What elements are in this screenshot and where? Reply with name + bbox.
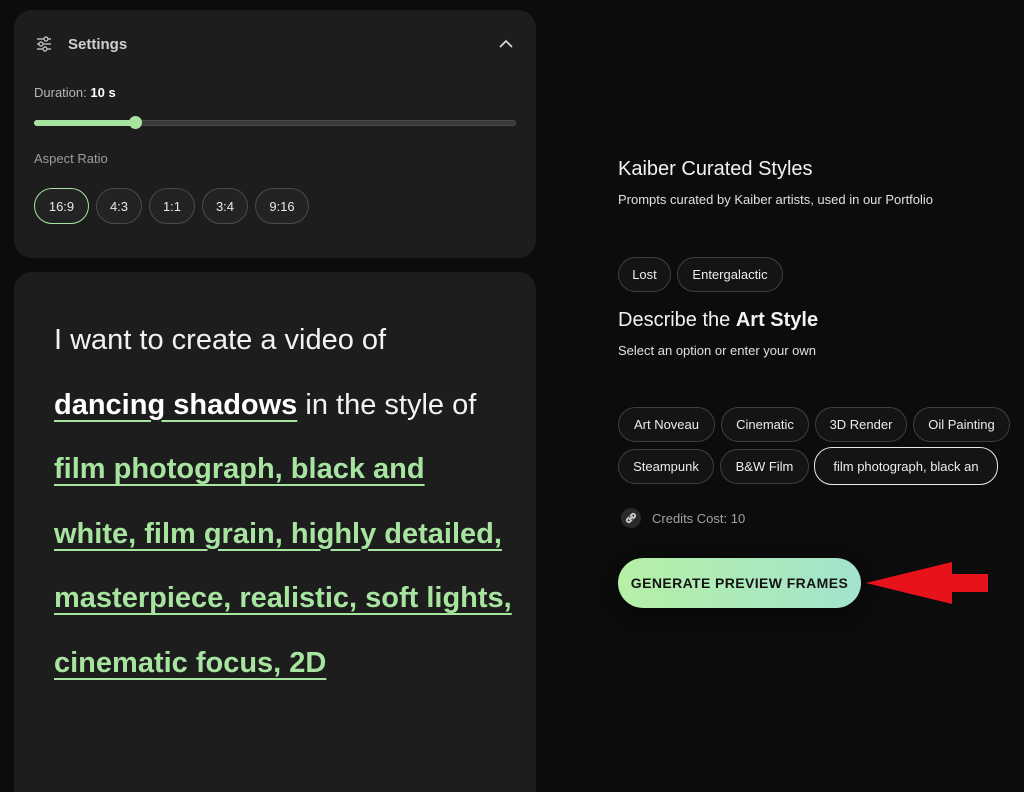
aspect-option-1-1[interactable]: 1:1 xyxy=(149,188,195,224)
curated-chip-entergalactic[interactable]: Entergalactic xyxy=(677,257,783,292)
duration-value: 10 s xyxy=(90,85,116,100)
prompt-intro: I want to create a video of xyxy=(54,324,387,356)
art-option-custom-selected[interactable]: film photograph, black an xyxy=(814,447,998,485)
curated-styles-subtitle: Prompts curated by Kaiber artists, used … xyxy=(618,192,934,207)
art-option-3d-render[interactable]: 3D Render xyxy=(815,407,907,442)
prompt-connector: in the style of xyxy=(305,388,477,421)
slider-fill xyxy=(34,120,136,126)
art-style-title: Describe the Art Style xyxy=(618,309,818,332)
art-style-title-bold: Art Style xyxy=(735,309,819,331)
aspect-ratio-options: 16:9 4:3 1:1 3:4 9:16 xyxy=(34,188,309,224)
chevron-up-icon[interactable] xyxy=(498,36,514,52)
art-style-title-prefix: Describe the xyxy=(618,309,731,331)
settings-panel: Settings Duration: 10 s Aspect Ratio 16:… xyxy=(14,10,536,258)
sliders-icon xyxy=(37,36,51,52)
duration-slider[interactable] xyxy=(34,116,516,129)
link-icon xyxy=(621,508,641,528)
curated-chip-lost[interactable]: Lost xyxy=(618,257,671,292)
duration-label: Duration: 10 s xyxy=(34,85,116,100)
settings-title: Settings xyxy=(68,35,128,53)
curated-styles-title: Kaiber Curated Styles xyxy=(618,158,813,180)
prompt-panel: I want to create a video of dancing shad… xyxy=(14,272,536,792)
art-style-subtitle: Select an option or enter your own xyxy=(618,343,817,358)
subject-input[interactable]: dancing shadows xyxy=(54,389,297,421)
art-option-oil-painting[interactable]: Oil Painting xyxy=(913,407,1010,442)
aspect-option-3-4[interactable]: 3:4 xyxy=(202,188,248,224)
duration-label-text: Duration: xyxy=(34,85,87,100)
prompt-sentence: I want to create a video of dancing shad… xyxy=(54,308,514,695)
aspect-option-16-9[interactable]: 16:9 xyxy=(34,188,89,224)
settings-header[interactable]: Settings xyxy=(36,34,514,54)
aspect-option-4-3[interactable]: 4:3 xyxy=(96,188,142,224)
credits-cost-label: Credits Cost: 10 xyxy=(652,510,746,526)
aspect-option-9-16[interactable]: 9:16 xyxy=(255,188,309,224)
art-option-art-noveau[interactable]: Art Noveau xyxy=(618,407,715,442)
style-input[interactable]: film photograph, black and white, film g… xyxy=(54,453,512,679)
art-option-bw-film[interactable]: B&W Film xyxy=(720,449,809,484)
art-option-cinematic[interactable]: Cinematic xyxy=(721,407,809,442)
credits-cost: Credits Cost: 10 xyxy=(620,507,745,529)
aspect-ratio-label: Aspect Ratio xyxy=(34,151,108,166)
generate-preview-frames-button[interactable]: GENERATE PREVIEW FRAMES xyxy=(618,558,861,608)
art-option-steampunk[interactable]: Steampunk xyxy=(618,449,714,484)
red-arrow-annotation xyxy=(866,562,988,604)
slider-thumb[interactable] xyxy=(129,116,143,129)
